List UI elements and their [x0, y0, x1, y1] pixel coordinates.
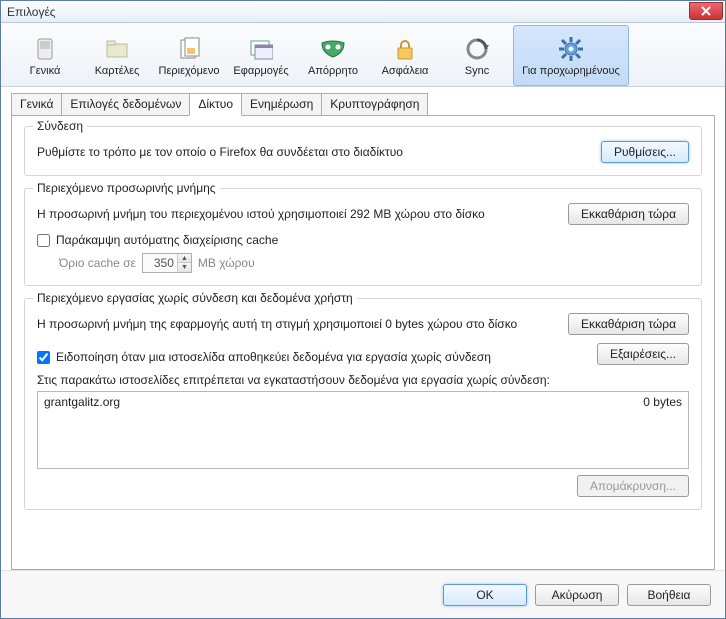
cache-limit-suffix: MB χώρου	[198, 256, 255, 270]
subtab-data-choices[interactable]: Επιλογές δεδομένων	[61, 93, 190, 115]
options-window: Επιλογές Γενικά Καρτέλες Περιεχόμενο Εφα…	[0, 0, 726, 619]
help-button[interactable]: Βοήθεια	[627, 584, 711, 606]
category-content[interactable]: Περιεχόμενο	[153, 25, 225, 86]
network-panel: Σύνδεση Ρυθμίστε το τρόπο με τον οποίο ο…	[11, 115, 715, 570]
connection-legend: Σύνδεση	[33, 119, 87, 133]
spin-down-icon[interactable]: ▼	[177, 263, 191, 272]
close-button[interactable]	[689, 2, 723, 20]
category-general[interactable]: Γενικά	[9, 25, 81, 86]
offline-clear-button[interactable]: Εκκαθάριση τώρα	[568, 313, 689, 335]
sync-icon	[463, 35, 491, 63]
cache-legend: Περιεχόμενο προσωρινής μνήμης	[33, 181, 220, 195]
category-label: Γενικά	[30, 65, 61, 77]
category-label: Ασφάλεια	[382, 65, 429, 77]
offline-group: Περιεχόμενο εργασίας χωρίς σύνδεση και δ…	[24, 298, 702, 510]
close-icon	[701, 6, 711, 16]
category-label: Για προχωρημένους	[522, 65, 620, 77]
category-sync[interactable]: Sync	[441, 25, 513, 86]
category-label: Περιεχόμενο	[159, 65, 220, 77]
category-label: Εφαρμογές	[233, 65, 288, 77]
category-label: Sync	[465, 65, 489, 77]
connection-desc: Ρυθμίστε το τρόπο με τον οποίο ο Firefox…	[37, 145, 403, 159]
category-label: Απόρρητο	[308, 65, 358, 77]
subtab-update[interactable]: Ενημέρωση	[241, 93, 322, 115]
cache-group: Περιεχόμενο προσωρινής μνήμης Η προσωριν…	[24, 188, 702, 286]
connection-settings-button[interactable]: Ρυθμίσεις...	[601, 141, 689, 163]
ok-button[interactable]: OK	[443, 584, 527, 606]
cache-override-label: Παράκαμψη αυτόματης διαχείρισης cache	[56, 233, 278, 247]
window-title: Επιλογές	[7, 5, 56, 19]
window-icon	[247, 35, 275, 63]
subtab-general[interactable]: Γενικά	[11, 93, 62, 115]
subtab-encryption[interactable]: Κρυπτογράφηση	[321, 93, 428, 115]
offline-list-desc: Στις παρακάτω ιστοσελίδες επιτρέπεται να…	[37, 373, 550, 387]
subtab-bar: Γενικά Επιλογές δεδομένων Δίκτυο Ενημέρω…	[11, 93, 715, 115]
cache-limit-spinner[interactable]: ▲▼	[142, 253, 192, 273]
mask-icon	[319, 35, 347, 63]
list-item[interactable]: grantgalitz.org 0 bytes	[38, 392, 688, 412]
folder-icon	[103, 35, 131, 63]
spinner-buttons[interactable]: ▲▼	[177, 254, 191, 272]
page-icon	[175, 35, 203, 63]
cache-limit-input[interactable]	[143, 254, 177, 272]
category-label: Καρτέλες	[95, 65, 140, 77]
spin-up-icon[interactable]: ▲	[177, 254, 191, 263]
category-privacy[interactable]: Απόρρητο	[297, 25, 369, 86]
lock-icon	[391, 35, 419, 63]
category-tabs[interactable]: Καρτέλες	[81, 25, 153, 86]
category-applications[interactable]: Εφαρμογές	[225, 25, 297, 86]
subtab-network[interactable]: Δίκτυο	[189, 93, 242, 116]
cache-override-checkbox[interactable]	[37, 234, 50, 247]
dialog-footer: OK Ακύρωση Βοήθεια	[1, 570, 725, 618]
site-name: grantgalitz.org	[44, 395, 120, 409]
offline-legend: Περιεχόμενο εργασίας χωρίς σύνδεση και δ…	[33, 291, 357, 305]
site-size: 0 bytes	[643, 395, 682, 409]
connection-group: Σύνδεση Ρυθμίστε το τρόπο με τον οποίο ο…	[24, 126, 702, 176]
offline-usage-text: Η προσωρινή μνήμη της εφαρμογής αυτή τη …	[37, 317, 517, 331]
offline-exceptions-button[interactable]: Εξαιρέσεις...	[597, 343, 689, 365]
switch-icon	[31, 35, 59, 63]
offline-notify-checkbox[interactable]	[37, 351, 50, 364]
cache-clear-button[interactable]: Εκκαθάριση τώρα	[568, 203, 689, 225]
cancel-button[interactable]: Ακύρωση	[535, 584, 619, 606]
offline-notify-label: Ειδοποίηση όταν μια ιστοσελίδα αποθηκεύε…	[56, 350, 491, 364]
cache-limit-prefix: Όριο cache σε	[59, 256, 136, 270]
category-advanced[interactable]: Για προχωρημένους	[513, 25, 629, 86]
category-toolbar: Γενικά Καρτέλες Περιεχόμενο Εφαρμογές Απ…	[1, 23, 725, 87]
cache-usage-text: Η προσωρινή μνήμη του περιεχομένου ιστού…	[37, 207, 485, 221]
category-security[interactable]: Ασφάλεια	[369, 25, 441, 86]
titlebar: Επιλογές	[1, 1, 725, 23]
gear-icon	[557, 35, 585, 63]
content-area: Γενικά Επιλογές δεδομένων Δίκτυο Ενημέρω…	[1, 87, 725, 570]
offline-remove-button[interactable]: Απομάκρυνση...	[577, 475, 689, 497]
offline-sites-listbox[interactable]: grantgalitz.org 0 bytes	[37, 391, 689, 469]
